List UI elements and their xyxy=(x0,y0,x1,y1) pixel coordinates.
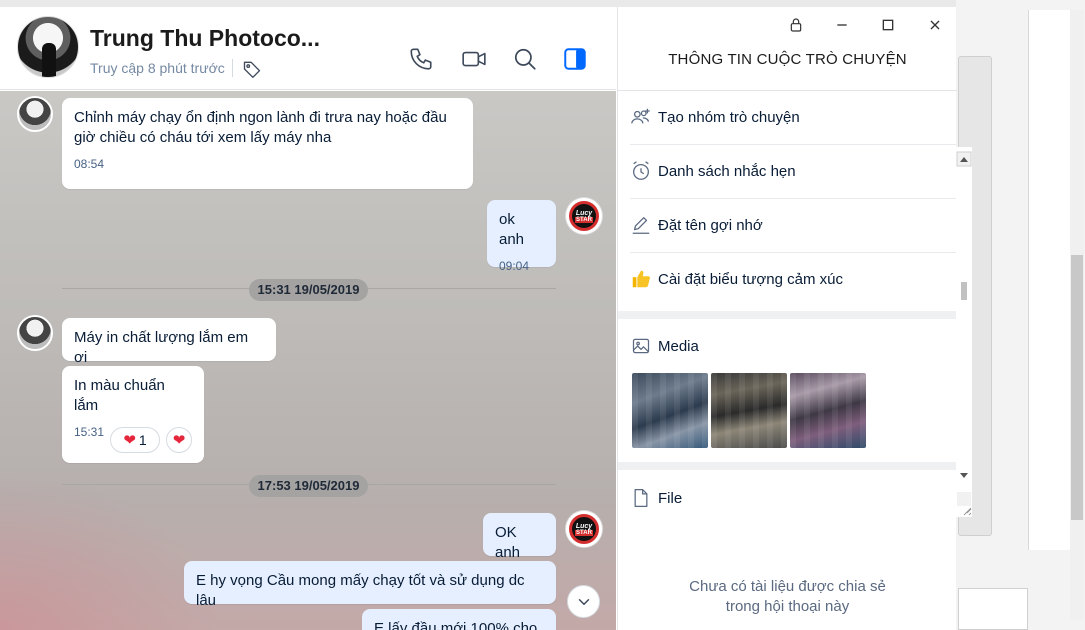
scroll-to-bottom-button[interactable] xyxy=(567,585,600,618)
lock-icon[interactable] xyxy=(785,14,807,36)
contact-avatar-small[interactable] xyxy=(17,315,53,351)
emoji-settings-item[interactable]: Cài đặt biểu tượng cảm xúc xyxy=(630,252,956,306)
heart-icon: ❤ xyxy=(123,432,136,449)
date-divider-label: 15:31 19/05/2019 xyxy=(249,279,368,301)
info-panel-title: THÔNG TIN CUỘC TRÒ CHUYỆN xyxy=(668,51,907,68)
file-label: File xyxy=(658,489,683,507)
pencil-icon xyxy=(630,214,652,236)
file-icon xyxy=(630,487,652,509)
background-scrollbar-thumb[interactable] xyxy=(1071,255,1083,520)
menu-item-label: Tạo nhóm trò chuyện xyxy=(658,108,800,126)
media-thumbnail[interactable] xyxy=(790,373,866,448)
maximize-icon[interactable] xyxy=(877,14,899,36)
search-icon[interactable] xyxy=(512,46,538,72)
last-seen-status: Truy cập 8 phút trước xyxy=(90,60,225,76)
message-bubble[interactable]: ok anh 09:04 xyxy=(487,200,556,273)
create-group-item[interactable]: Tạo nhóm trò chuyện xyxy=(630,90,956,144)
message-text: ok anh xyxy=(499,211,525,248)
message-time: 09:04 xyxy=(499,259,530,273)
message-text: In màu chuẩn lắm xyxy=(74,377,165,414)
message-bubble[interactable]: Chỉnh máy chạy ổn định ngon lành đi trưa… xyxy=(62,98,473,189)
my-avatar[interactable]: Lucy STAR xyxy=(566,198,602,234)
image-icon xyxy=(630,335,652,357)
menu-item-label: Đặt tên gợi nhớ xyxy=(658,216,763,234)
media-thumbnail[interactable] xyxy=(711,373,787,448)
alarm-clock-icon xyxy=(630,160,652,182)
media-label: Media xyxy=(658,337,699,355)
message-text: Chỉnh máy chạy ổn định ngon lành đi trưa… xyxy=(74,109,447,126)
menu-item-label: Cài đặt biểu tượng cảm xúc xyxy=(658,270,843,288)
contact-name[interactable]: Trung Thu Photoco... xyxy=(90,25,320,52)
section-separator xyxy=(618,462,957,470)
info-panel-scrollbar[interactable] xyxy=(955,147,973,517)
chevron-down-icon xyxy=(578,598,589,605)
date-divider-label: 17:53 19/05/2019 xyxy=(249,475,368,497)
contact-avatar-small[interactable] xyxy=(17,96,53,132)
heart-icon: ❤ xyxy=(172,432,186,449)
nickname-item[interactable]: Đặt tên gợi nhớ xyxy=(630,198,956,252)
message-text: Máy in chất lượng lắm em ơi xyxy=(74,329,249,366)
message-text: E hy vọng Cầu mong mấy chạy tốt và sử dụ… xyxy=(196,572,525,609)
add-reaction-button[interactable]: ❤ xyxy=(166,427,192,453)
message-time: 08:54 xyxy=(74,157,105,171)
chat-window: Trung Thu Photoco... Truy cập 8 phút trư… xyxy=(0,7,972,630)
no-files-message: Chưa có tài liệu được chia sẻ trong hội … xyxy=(689,578,886,615)
lucy-star-logo: Lucy STAR xyxy=(569,201,599,231)
message-bubble[interactable]: E hy vọng Cầu mong mấy chạy tốt và sử dụ… xyxy=(184,561,556,609)
menu-item-label: Danh sách nhắc hẹn xyxy=(658,162,796,180)
thumbs-up-icon xyxy=(630,268,652,290)
message-bubble[interactable]: Máy in chất lượng lắm em ơi xyxy=(62,318,276,366)
close-icon[interactable] xyxy=(924,14,946,36)
conversation-info-panel: THÔNG TIN CUỘC TRÒ CHUYỆN Tạo nhóm trò c… xyxy=(617,7,972,630)
message-text: OK anh xyxy=(495,524,521,561)
file-section-title[interactable]: File xyxy=(630,487,682,509)
video-call-icon[interactable] xyxy=(461,46,487,72)
chat-header: Trung Thu Photoco... Truy cập 8 phút trư… xyxy=(0,7,616,90)
message-text: E lấy đầu mới 100% cho a xyxy=(374,620,538,630)
status-separator xyxy=(232,59,233,77)
background-panel-right xyxy=(1028,10,1070,550)
media-section-title[interactable]: Media xyxy=(630,335,699,357)
toggle-info-panel-icon[interactable] xyxy=(562,46,588,72)
reaction-count: 1 xyxy=(138,432,147,448)
phone-call-icon[interactable] xyxy=(408,46,434,72)
contact-avatar[interactable] xyxy=(17,16,79,78)
reminders-item[interactable]: Danh sách nhắc hẹn xyxy=(630,144,956,198)
background-bottom-box xyxy=(958,588,1028,630)
minimize-icon[interactable] xyxy=(831,14,853,36)
section-separator xyxy=(618,311,957,319)
message-text: giờ chiều có cháu tới xem lấy máy nha xyxy=(74,129,332,146)
message-bubble[interactable]: E lấy đầu mới 100% cho a xyxy=(362,609,556,630)
reaction-summary[interactable]: ❤ 1 xyxy=(110,427,160,453)
my-avatar[interactable]: Lucy STAR xyxy=(566,511,602,547)
group-add-icon xyxy=(630,106,652,128)
tag-icon[interactable] xyxy=(242,59,262,79)
media-thumbnail[interactable] xyxy=(632,373,708,448)
lucy-star-logo: Lucy STAR xyxy=(569,514,599,544)
message-bubble[interactable]: OK anh xyxy=(483,513,556,561)
message-list[interactable]: Chỉnh máy chạy ổn định ngon lành đi trưa… xyxy=(0,91,616,630)
